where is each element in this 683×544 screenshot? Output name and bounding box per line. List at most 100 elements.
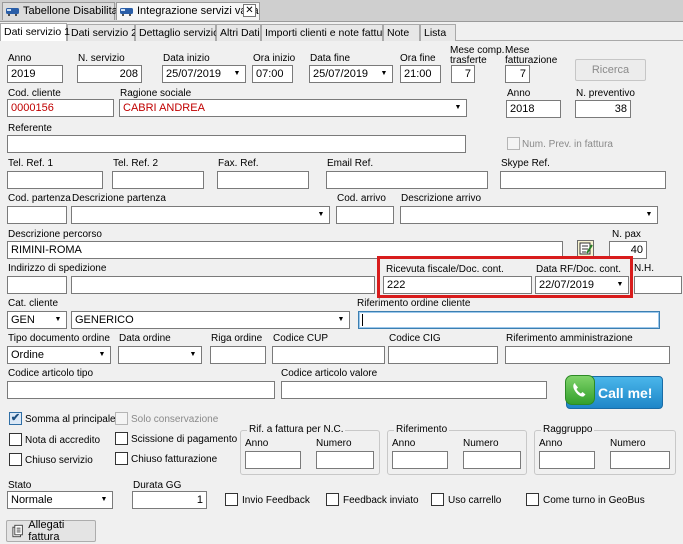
rif-fattura-anno-field[interactable]	[245, 451, 301, 469]
art-tipo-field[interactable]	[7, 381, 275, 399]
chevron-down-icon[interactable]: ▼	[51, 313, 65, 327]
tel-ref-2-field[interactable]	[112, 171, 204, 189]
tab-altri-dati[interactable]: Altri Dati	[216, 24, 261, 41]
raggruppo-numero-field[interactable]	[610, 451, 670, 469]
tab-dati-servizio-2[interactable]: Dati servizio 2	[67, 24, 137, 41]
data-ordine-label: Data ordine	[119, 333, 171, 344]
indirizzo-label: Indirizzo di spedizione	[8, 263, 107, 274]
indirizzo-field-2[interactable]	[71, 276, 375, 294]
chevron-down-icon[interactable]: ▼	[334, 313, 348, 327]
riferimento-ordine-field[interactable]	[358, 311, 660, 329]
desc-arrivo-field[interactable]: ▼	[400, 206, 658, 224]
durata-field[interactable]: 1	[132, 491, 207, 509]
n-servizio-field[interactable]: 208	[77, 65, 142, 83]
skype-ref-field[interactable]	[500, 171, 666, 189]
data-inizio-value: 25/07/2019	[166, 68, 222, 80]
desc-partenza-label: Descrizione partenza	[72, 193, 166, 204]
chevron-down-icon[interactable]: ▼	[95, 348, 109, 362]
data-inizio-field[interactable]: 25/07/2019 ▼	[162, 65, 246, 83]
raggruppo-title: Raggruppo	[541, 424, 595, 435]
cat-desc-field[interactable]: GENERICO ▼	[71, 311, 350, 329]
call-me-button[interactable]: Call me!	[565, 375, 663, 409]
tab-lista[interactable]: Lista	[420, 24, 456, 41]
indirizzo-field-1[interactable]	[7, 276, 67, 294]
notepad-icon[interactable]	[577, 240, 594, 257]
chevron-down-icon[interactable]: ▼	[314, 208, 328, 222]
chiuso-fatturazione-checkbox[interactable]	[115, 452, 128, 465]
cod-partenza-field[interactable]	[7, 206, 67, 224]
num-prev-checkbox[interactable]	[507, 137, 520, 150]
cig-field[interactable]	[388, 346, 498, 364]
allegati-fattura-button[interactable]: Allegati fattura	[6, 519, 96, 543]
chiuso-servizio-checkbox[interactable]	[9, 453, 22, 466]
call-me-label: Call me!	[598, 385, 653, 401]
chevron-down-icon[interactable]: ▼	[377, 67, 391, 81]
riga-ordine-field[interactable]	[210, 346, 266, 364]
riferimento-numero-field[interactable]	[463, 451, 521, 469]
somma-checkbox[interactable]: ✔	[9, 412, 22, 425]
text-cursor	[362, 314, 363, 327]
chevron-down-icon[interactable]: ▼	[97, 493, 111, 507]
anno-preventivo-field[interactable]: 2018	[506, 100, 561, 118]
tab-importi[interactable]: Importi clienti e note fattura	[261, 24, 392, 41]
stato-value: Normale	[11, 494, 53, 506]
rif-fattura-group: Rif. a fattura per N.C. Anno Numero	[240, 424, 380, 475]
cup-field[interactable]	[272, 346, 385, 364]
riferimento-anno-field[interactable]	[392, 451, 448, 469]
data-fine-field[interactable]: 25/07/2019 ▼	[309, 65, 393, 83]
art-tipo-label: Codice articolo tipo	[8, 368, 94, 379]
come-turno-checkbox[interactable]	[526, 493, 539, 506]
chevron-down-icon[interactable]: ▼	[230, 67, 244, 81]
ora-inizio-field[interactable]: 07:00	[252, 65, 293, 83]
data-fine-label: Data fine	[310, 53, 351, 64]
tel-ref-1-field[interactable]	[7, 171, 103, 189]
raggruppo-anno-field[interactable]	[539, 451, 595, 469]
n-preventivo-field[interactable]: 38	[575, 100, 631, 118]
rif-fattura-numero-field[interactable]	[316, 451, 374, 469]
chevron-down-icon[interactable]: ▼	[642, 208, 656, 222]
cod-cliente-field[interactable]: 0000156	[7, 99, 114, 117]
raggruppo-group: Raggruppo Anno Numero	[534, 424, 676, 475]
window-tab-tabellone[interactable]: Tabellone Disabilitato	[2, 2, 127, 20]
tel-ref-2-label: Tel. Ref. 2	[113, 158, 159, 169]
ragione-sociale-field[interactable]: CABRI ANDREA ▼	[119, 99, 467, 117]
tab-dettaglio-servizio[interactable]: Dettaglio servizio	[135, 24, 219, 41]
mese-comp-field[interactable]: 7	[451, 65, 475, 83]
feedback-inviato-checkbox[interactable]	[326, 493, 339, 506]
tab-note[interactable]: Note	[383, 24, 420, 41]
tipo-doc-field[interactable]: Ordine ▼	[7, 346, 111, 364]
cod-arrivo-field[interactable]	[336, 206, 394, 224]
riferimento-ordine-label: Riferimento ordine cliente	[357, 298, 471, 309]
rif-fattura-anno-label: Anno	[245, 438, 269, 449]
desc-partenza-field[interactable]: ▼	[71, 206, 330, 224]
phone-glyph	[573, 383, 586, 397]
scissione-checkbox[interactable]	[115, 432, 128, 445]
rif-amm-field[interactable]	[505, 346, 670, 364]
solo-cons-label: Solo conservazione	[131, 414, 219, 425]
cig-label: Codice CIG	[389, 333, 441, 344]
anno-field[interactable]: 2019	[7, 65, 63, 83]
email-ref-field[interactable]	[326, 171, 488, 189]
art-valore-field[interactable]	[281, 381, 547, 399]
stato-field[interactable]: Normale ▼	[7, 491, 113, 509]
ora-fine-field[interactable]: 21:00	[400, 65, 441, 83]
data-ordine-field[interactable]: ▼	[118, 346, 202, 364]
tab-dati-servizio-1[interactable]: Dati servizio 1	[0, 23, 70, 41]
raggruppo-numero-label: Numero	[610, 438, 646, 449]
referente-field[interactable]	[7, 135, 466, 153]
nota-checkbox[interactable]	[9, 433, 22, 446]
nota-label: Nota di accredito	[25, 435, 101, 446]
cat-cliente-field[interactable]: GEN ▼	[7, 311, 67, 329]
close-icon[interactable]: ✕	[243, 4, 256, 17]
fax-ref-field[interactable]	[217, 171, 309, 189]
nh-field[interactable]	[634, 276, 682, 294]
window-tab-integrazione[interactable]: Integrazione servizi varia ✕	[116, 2, 260, 20]
solo-cons-checkbox[interactable]	[115, 412, 128, 425]
mese-fatt-field[interactable]: 7	[505, 65, 530, 83]
ora-inizio-label: Ora inizio	[253, 53, 296, 64]
ricerca-button[interactable]: Ricerca	[575, 59, 646, 81]
chevron-down-icon[interactable]: ▼	[186, 348, 200, 362]
invio-feedback-checkbox[interactable]	[225, 493, 238, 506]
uso-carrello-checkbox[interactable]	[431, 493, 444, 506]
chevron-down-icon[interactable]: ▼	[451, 101, 465, 115]
